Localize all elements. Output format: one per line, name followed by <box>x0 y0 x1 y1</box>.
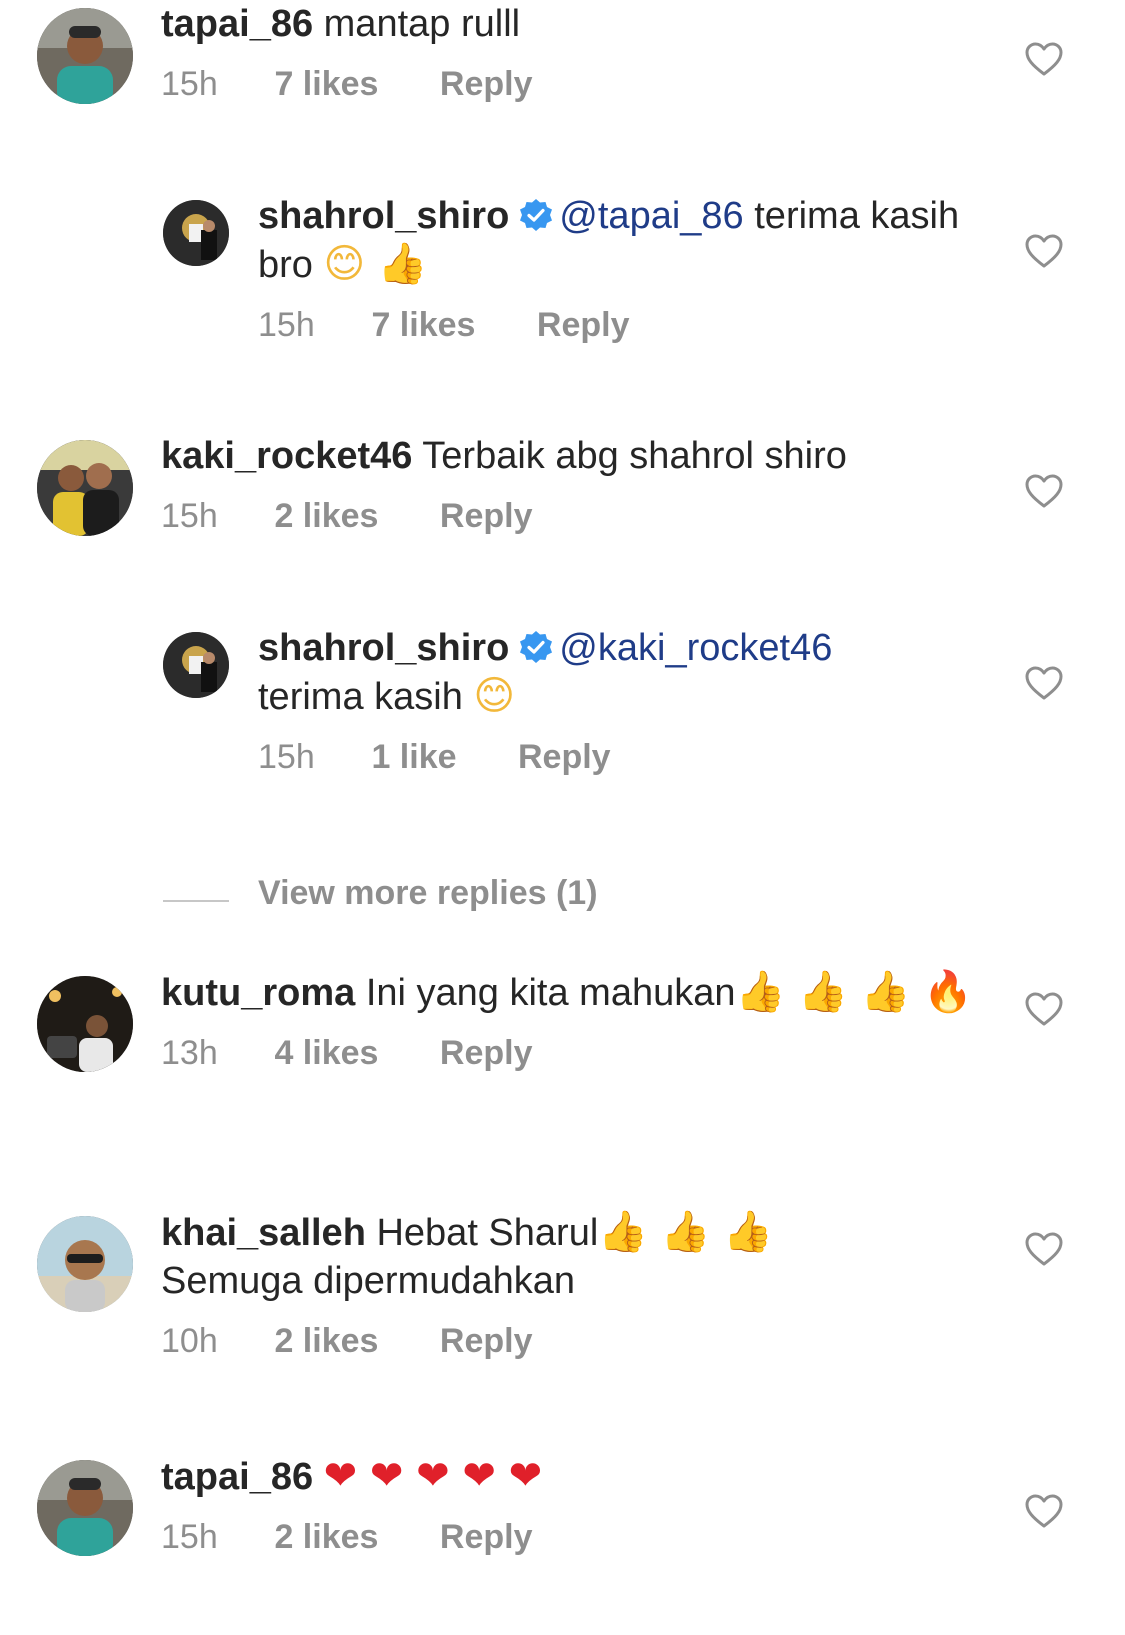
comment-message: Hebat Sharul <box>376 1212 599 1254</box>
comment-item: kaki_rocket46 Terbaik abg shahrol shiro … <box>0 432 1125 562</box>
username[interactable]: kaki_rocket46 <box>161 435 412 477</box>
comment-body: kutu_roma Ini yang kita mahukan👍 👍 👍 🔥 1… <box>161 968 995 1075</box>
like-button[interactable] <box>1024 664 1064 704</box>
likes-count[interactable]: 4 likes <box>274 1031 378 1075</box>
avatar[interactable] <box>37 440 133 536</box>
username[interactable]: shahrol_shiro <box>258 195 509 237</box>
emoji-group: 😊 👍 <box>323 241 428 287</box>
comment-body: tapai_86 ❤ ❤ ❤ ❤ ❤ 15h 2 likes Reply <box>161 1452 995 1559</box>
avatar[interactable] <box>37 8 133 104</box>
comment-body: khai_salleh Hebat Sharul👍 👍 👍 Semuga dip… <box>161 1208 995 1363</box>
emoji-group: 👍 👍 👍 🔥 <box>735 969 973 1015</box>
timestamp: 13h <box>161 1034 218 1072</box>
verified-badge-icon <box>520 631 553 663</box>
username[interactable]: kutu_roma <box>161 972 355 1014</box>
comment-meta: 15h 7 likes Reply <box>161 62 995 106</box>
avatar[interactable] <box>163 200 229 266</box>
comment-message: Terbaik abg shahrol shiro <box>422 435 847 477</box>
comment-text: shahrol_shiro @tapai_86 terima kasih bro… <box>258 192 995 289</box>
comment-text: kaki_rocket46 Terbaik abg shahrol shiro <box>161 432 995 480</box>
reply-comment-item: shahrol_shiro @tapai_86 terima kasih bro… <box>0 192 1125 372</box>
username[interactable]: tapai_86 <box>161 3 313 45</box>
username[interactable]: tapai_86 <box>161 1456 313 1498</box>
comment-meta: 15h 2 likes Reply <box>161 1515 995 1559</box>
comment-body: shahrol_shiro @kaki_rocket46 terima kasi… <box>258 624 995 779</box>
heart-outline-icon <box>1025 1232 1063 1266</box>
comment-item: tapai_86 mantap rulll 15h 7 likes Reply <box>0 0 1125 130</box>
reply-button[interactable]: Reply <box>440 1319 533 1363</box>
comment-item: khai_salleh Hebat Sharul👍 👍 👍 Semuga dip… <box>0 1208 1125 1388</box>
likes-count[interactable]: 7 likes <box>371 303 475 347</box>
comment-meta: 15h 1 like Reply <box>258 735 995 779</box>
like-button[interactable] <box>1024 472 1064 512</box>
like-button[interactable] <box>1024 990 1064 1030</box>
comment-text: shahrol_shiro @kaki_rocket46 terima kasi… <box>258 624 995 721</box>
reply-button[interactable]: Reply <box>440 1031 533 1075</box>
comment-body: tapai_86 mantap rulll 15h 7 likes Reply <box>161 0 995 106</box>
divider-line <box>163 900 229 902</box>
comment-message: terima kasih <box>258 676 463 718</box>
comment-meta: 15h 7 likes Reply <box>258 303 995 347</box>
like-button[interactable] <box>1024 232 1064 272</box>
comment-meta: 10h 2 likes Reply <box>161 1319 995 1363</box>
timestamp: 15h <box>258 738 315 776</box>
timestamp: 15h <box>161 1518 218 1556</box>
reply-button[interactable]: Reply <box>518 735 611 779</box>
reply-button[interactable]: Reply <box>440 1515 533 1559</box>
heart-outline-icon <box>1025 474 1063 508</box>
comment-text: khai_salleh Hebat Sharul👍 👍 👍 Semuga dip… <box>161 1208 995 1305</box>
view-more-replies[interactable]: View more replies (1) <box>0 870 1125 918</box>
mention-link[interactable]: @kaki_rocket46 <box>559 627 832 669</box>
verified-badge-icon <box>520 199 553 231</box>
emoji-group: 👍 👍 👍 <box>598 1209 774 1255</box>
emoji-group: 😊 <box>473 673 516 719</box>
username[interactable]: shahrol_shiro <box>258 627 509 669</box>
like-button[interactable] <box>1024 1230 1064 1270</box>
reply-button[interactable]: Reply <box>440 62 533 106</box>
comment-meta: 13h 4 likes Reply <box>161 1031 995 1075</box>
timestamp: 15h <box>161 497 218 535</box>
username[interactable]: khai_salleh <box>161 1212 366 1254</box>
comment-message-line2: Semuga dipermudahkan <box>161 1260 576 1302</box>
comment-message: Ini yang kita mahukan <box>365 972 736 1014</box>
comment-text: kutu_roma Ini yang kita mahukan👍 👍 👍 🔥 <box>161 968 995 1017</box>
timestamp: 15h <box>258 306 315 344</box>
heart-outline-icon <box>1025 42 1063 76</box>
timestamp: 10h <box>161 1322 218 1360</box>
likes-count[interactable]: 7 likes <box>274 62 378 106</box>
heart-outline-icon <box>1025 992 1063 1026</box>
avatar[interactable] <box>37 1216 133 1312</box>
timestamp: 15h <box>161 65 218 103</box>
comment-message: mantap rulll <box>323 3 521 45</box>
heart-outline-icon <box>1025 666 1063 700</box>
comment-body: shahrol_shiro @tapai_86 terima kasih bro… <box>258 192 995 347</box>
view-more-replies-button[interactable]: View more replies (1) <box>258 874 598 913</box>
comment-meta: 15h 2 likes Reply <box>161 494 995 538</box>
avatar[interactable] <box>37 976 133 1072</box>
reply-button[interactable]: Reply <box>537 303 630 347</box>
heart-outline-icon <box>1025 1494 1063 1528</box>
avatar[interactable] <box>37 1460 133 1556</box>
emoji-group: ❤ ❤ ❤ ❤ ❤ <box>323 1453 543 1499</box>
heart-outline-icon <box>1025 234 1063 268</box>
comment-text: tapai_86 mantap rulll <box>161 0 995 48</box>
comment-text: tapai_86 ❤ ❤ ❤ ❤ ❤ <box>161 1452 995 1501</box>
reply-button[interactable]: Reply <box>440 494 533 538</box>
mention-link[interactable]: @tapai_86 <box>559 195 743 237</box>
reply-comment-item: shahrol_shiro @kaki_rocket46 terima kasi… <box>0 624 1125 804</box>
like-button[interactable] <box>1024 40 1064 80</box>
avatar[interactable] <box>163 632 229 698</box>
likes-count[interactable]: 1 like <box>371 735 456 779</box>
comment-item: tapai_86 ❤ ❤ ❤ ❤ ❤ 15h 2 likes Reply <box>0 1452 1125 1602</box>
likes-count[interactable]: 2 likes <box>274 1319 378 1363</box>
like-button[interactable] <box>1024 1492 1064 1532</box>
likes-count[interactable]: 2 likes <box>274 1515 378 1559</box>
comment-body: kaki_rocket46 Terbaik abg shahrol shiro … <box>161 432 995 538</box>
comment-item: kutu_roma Ini yang kita mahukan👍 👍 👍 🔥 1… <box>0 968 1125 1148</box>
likes-count[interactable]: 2 likes <box>274 494 378 538</box>
